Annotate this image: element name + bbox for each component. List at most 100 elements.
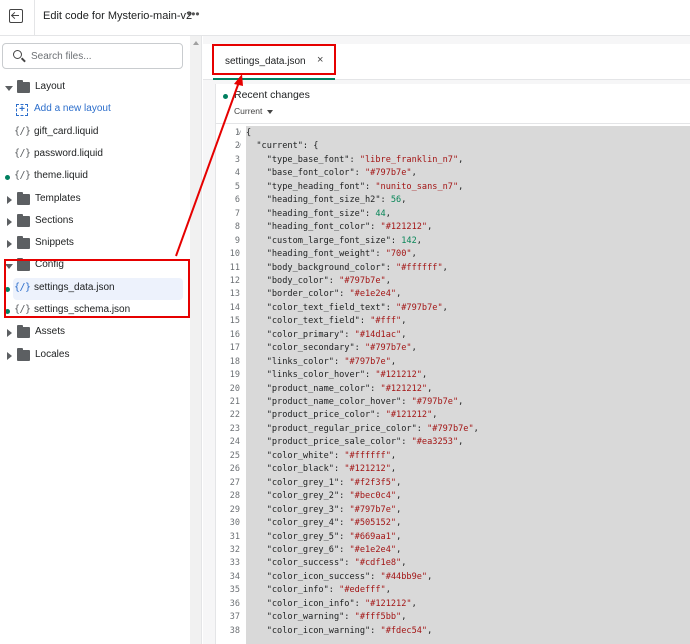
folder-icon [17,347,30,361]
line-number: 30 [229,518,240,529]
scroll-up-arrow-icon[interactable] [193,41,199,45]
line-number: 37 [229,612,240,623]
line-number: 4 [234,168,240,179]
code-file-icon: {/} [14,170,31,182]
code-content[interactable]: { "current": { "type_base_font": "libre_… [246,126,690,644]
line-number: 16 [229,329,240,340]
folder-templates[interactable]: Templates [0,189,190,211]
code-line: "color_grey_2": "#bec0c4", [246,490,402,503]
caret-right-icon[interactable] [7,351,12,360]
tab-bar: settings_data.json × [203,44,690,80]
search-files-input[interactable] [31,48,179,65]
code-file-icon: {/} [14,304,31,315]
line-number: 22 [229,410,240,421]
more-actions-button[interactable]: ••• [187,7,200,21]
folder-config[interactable]: Config [0,255,190,277]
line-number: 3 [234,154,240,165]
modified-dot-icon [223,94,228,99]
key-token: , [390,356,397,367]
file-settings-data-json[interactable]: {/} settings_data.json [0,277,190,300]
string-token: "#44bb9e" [380,571,428,582]
code-line: "color_grey_1": "#f2f3f5", [246,477,402,490]
caret-right-icon[interactable] [7,195,12,204]
key-token: , [411,343,417,354]
code-line: "product_name_color_hover": "#797b7e", [246,396,464,409]
key-token: "color_grey_1": [246,477,350,488]
key-token: , [473,423,479,434]
string-token: "#797b7e" [427,423,474,434]
modified-dot-icon [5,175,10,181]
add-new-layout-link[interactable]: + Add a new layout [0,99,190,121]
version-select[interactable]: Current [234,106,274,116]
exit-icon[interactable] [9,9,23,23]
file-gift-card-liquid[interactable]: {/} gift_card.liquid [0,122,190,144]
line-number: 8 [234,222,240,233]
key-token: "color_info": [246,585,340,596]
folder-layout[interactable]: Layout [0,77,190,99]
folder-assets[interactable]: Assets [0,322,190,344]
caret-right-icon[interactable] [7,217,12,226]
caret-right-icon[interactable] [7,240,12,249]
folder-locales[interactable]: Locales [0,345,190,367]
sidebar-scrollbar[interactable] [190,36,202,644]
key-token: , [432,410,438,421]
caret-down-icon[interactable] [5,86,13,91]
code-line: "heading_font_size": 44, [246,208,391,221]
code-line: "color_grey_5": "#669aa1", [246,531,402,544]
file-label: settings_data.json [34,281,115,293]
close-tab-icon[interactable]: × [317,54,323,66]
number-token: 56 [390,195,402,206]
line-number-gutter: 1 v 2 v 3 4 5 6 7 8 9 10 11 12 13 14 15 16 17 18 19 20 21 22 23 2… [216,126,246,644]
key-token: , [401,329,407,340]
line-number: 33 [229,558,240,569]
file-password-liquid[interactable]: {/} password.liquid [0,144,190,166]
code-line: "heading_font_size_h2": 56, [246,194,407,207]
file-label: password.liquid [34,147,103,159]
key-token: , [427,625,433,636]
code-editor[interactable]: 1 v 2 v 3 4 5 6 7 8 9 10 11 12 13 14 15 16 17 18 19 20 21 22 23 2… [216,126,690,644]
code-line: "product_regular_price_color": "#797b7e"… [246,423,479,436]
key-token: "heading_font_color": [246,222,381,233]
key-token: , [458,154,464,165]
key-token: , [442,262,448,273]
string-token: "#797b7e" [344,356,391,367]
string-token: "#fdec54" [380,625,428,636]
code-line: "color_success": "#cdf1e8", [246,557,407,570]
string-token: "#121212" [385,410,433,421]
folder-sections[interactable]: Sections [0,211,190,233]
code-line: "base_font_color": "#797b7e", [246,167,417,180]
string-token: "#797b7e" [411,397,459,407]
file-settings-schema-json[interactable]: {/} settings_schema.json [0,300,190,322]
tab-settings-data-json[interactable]: settings_data.json × [213,44,335,80]
key-token: , [396,289,402,300]
recent-changes-bar: Recent changes Current [216,84,690,124]
caret-right-icon[interactable] [7,329,12,338]
code-line: "current": { [246,140,318,153]
string-token: "#14d1ac" [354,329,402,340]
key-token: , [427,571,433,582]
string-token: "#505152" [349,518,397,529]
line-number: 6 [234,195,240,206]
folder-snippets[interactable]: Snippets [0,233,190,255]
code-line: "color_text_field_text": "#797b7e", [246,302,448,315]
key-token: "product_price_sale_color": [246,437,412,448]
file-theme-liquid[interactable]: {/} theme.liquid [0,166,190,188]
fold-toggle-icon[interactable]: v [238,140,241,153]
search-box[interactable] [2,43,183,69]
key-token: "color_black": [246,464,345,475]
line-number: 17 [229,343,240,354]
fold-toggle-icon[interactable]: v [238,127,241,140]
string-token: "#121212" [365,598,412,609]
caret-down-icon[interactable] [5,264,13,270]
line-number: 31 [229,531,240,542]
key-token: , [390,450,397,461]
key-token: , [427,222,433,233]
code-line: "body_background_color": "#ffffff", [246,262,448,275]
key-token: "type_heading_font": [246,181,376,192]
string-token: "#121212" [380,222,428,233]
key-token: , [401,558,407,569]
key-token: "color_icon_warning": [246,625,381,636]
key-token: "product_name_color": [246,383,381,394]
key-token: , [396,491,402,502]
key-token: , [442,302,448,313]
